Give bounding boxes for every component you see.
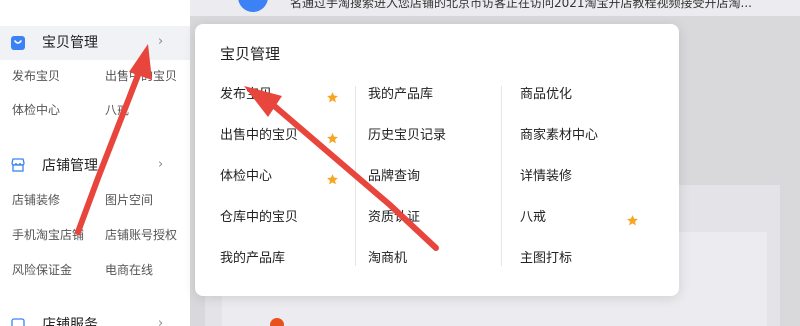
popover-menu-item[interactable]: 出售中的宝贝 bbox=[220, 127, 298, 145]
sidebar-link-store-decoration[interactable]: 店铺装修 bbox=[12, 192, 60, 208]
sidebar-link-ecommerce-online[interactable]: 电商在线 bbox=[105, 262, 153, 278]
popover-menu-item[interactable]: 我的产品库 bbox=[220, 250, 285, 268]
visitor-notice: 名通过手淘搜索进入您店铺的北京市访客正在访问2021淘宝开店教程视频接受开店淘.… bbox=[290, 0, 752, 10]
popover-title: 宝贝管理 bbox=[220, 45, 281, 63]
sidebar-link-publish-item[interactable]: 发布宝贝 bbox=[12, 68, 60, 84]
sidebar-link-image-space[interactable]: 图片空间 bbox=[105, 192, 153, 208]
popover-menu-item[interactable]: 商家素材中心 bbox=[520, 127, 598, 145]
star-icon[interactable] bbox=[326, 89, 339, 103]
popover-menu-item[interactable]: 发布宝贝 bbox=[220, 86, 272, 104]
popover-menu-item[interactable]: 体检中心 bbox=[220, 168, 272, 186]
chevron-right-icon: › bbox=[158, 157, 164, 172]
sidebar: 宝贝管理 › 发布宝贝 出售中的宝贝 体检中心 八戒 店铺管理 › 店铺装修 图… bbox=[0, 0, 190, 326]
star-icon[interactable] bbox=[326, 171, 339, 185]
column-divider bbox=[355, 86, 356, 266]
orange-dot-icon bbox=[270, 318, 284, 326]
sidebar-link-mobile-store[interactable]: 手机淘宝店铺 bbox=[12, 227, 84, 243]
popover-menu-item[interactable]: 历史宝贝记录 bbox=[368, 127, 446, 145]
shopping-bag-icon bbox=[10, 35, 26, 51]
sidebar-section-title: 宝贝管理 bbox=[42, 35, 98, 51]
chevron-right-icon: › bbox=[158, 34, 164, 49]
chevron-right-icon: › bbox=[158, 316, 164, 326]
star-icon[interactable] bbox=[626, 212, 639, 226]
popover-menu-item[interactable]: 商品优化 bbox=[520, 86, 572, 104]
goods-management-popover: 宝贝管理 发布宝贝 出售中的宝贝 体检中心 仓库中的宝贝 我的产品库 我的产品库 历史宝贝记… bbox=[195, 24, 679, 296]
popover-menu-item[interactable]: 资质认证 bbox=[368, 209, 420, 227]
popover-menu-item[interactable]: 主图打标 bbox=[520, 250, 572, 268]
sidebar-section-store-management[interactable]: 店铺管理 › bbox=[0, 148, 190, 182]
column-divider bbox=[501, 86, 502, 266]
sidebar-link-items-on-sale[interactable]: 出售中的宝贝 bbox=[105, 68, 177, 84]
popover-menu-item[interactable]: 仓库中的宝贝 bbox=[220, 209, 298, 227]
sidebar-section-store-services[interactable]: 店铺服务 › bbox=[0, 308, 190, 326]
sidebar-section-goods-management[interactable]: 宝贝管理 › bbox=[0, 26, 190, 60]
sidebar-link-bajie[interactable]: 八戒 bbox=[105, 102, 129, 118]
popover-menu-item[interactable]: 品牌查询 bbox=[368, 168, 420, 186]
popover-menu-item[interactable]: 淘商机 bbox=[368, 250, 407, 268]
star-icon[interactable] bbox=[326, 130, 339, 144]
sidebar-link-health-check[interactable]: 体检中心 bbox=[12, 102, 60, 118]
service-icon bbox=[10, 317, 26, 326]
sidebar-section-title: 店铺服务 bbox=[42, 317, 98, 326]
store-icon bbox=[10, 157, 26, 173]
popover-menu-item[interactable]: 我的产品库 bbox=[368, 86, 433, 104]
popover-menu-item[interactable]: 八戒 bbox=[520, 209, 546, 227]
sidebar-link-account-authorization[interactable]: 店铺账号授权 bbox=[105, 227, 177, 243]
popover-menu-item[interactable]: 详情装修 bbox=[520, 168, 572, 186]
sidebar-section-title: 店铺管理 bbox=[42, 158, 98, 174]
sidebar-link-risk-deposit[interactable]: 风险保证金 bbox=[12, 262, 72, 278]
